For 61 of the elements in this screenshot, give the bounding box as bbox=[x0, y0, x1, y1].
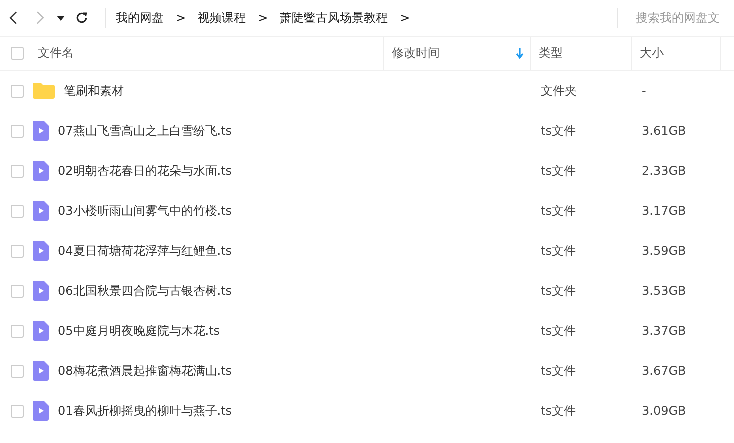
type-cell: ts文件 bbox=[541, 244, 576, 258]
file-name[interactable]: 04夏日荷塘荷花浮萍与红鲤鱼.ts bbox=[58, 242, 232, 260]
video-file-icon bbox=[33, 281, 49, 301]
size-cell: 3.37GB bbox=[642, 324, 686, 338]
size-cell: - bbox=[642, 84, 646, 98]
video-file-icon bbox=[33, 241, 49, 261]
size-cell: 3.61GB bbox=[642, 124, 686, 138]
row-checkbox[interactable] bbox=[10, 284, 24, 298]
back-icon[interactable] bbox=[9, 11, 19, 25]
file-name[interactable]: 03小楼听雨山间雾气中的竹楼.ts bbox=[58, 202, 232, 220]
video-file-icon bbox=[33, 121, 49, 141]
type-cell: ts文件 bbox=[541, 124, 576, 138]
row-checkbox[interactable] bbox=[10, 204, 24, 218]
size-cell: 3.67GB bbox=[642, 364, 686, 378]
select-all-checkbox[interactable] bbox=[10, 47, 24, 60]
breadcrumb-separator: > bbox=[258, 11, 268, 25]
file-name[interactable]: 07燕山飞雪高山之上白雪纷飞.ts bbox=[58, 122, 232, 140]
dropdown-icon[interactable] bbox=[57, 16, 65, 20]
breadcrumb-link[interactable]: 萧陡鳖古风场景教程 bbox=[280, 10, 388, 26]
type-cell: ts文件 bbox=[541, 364, 576, 378]
video-file-icon bbox=[33, 361, 49, 381]
size-cell: 3.59GB bbox=[642, 244, 686, 258]
file-name[interactable]: 02明朝杏花春日的花朵与水面.ts bbox=[58, 162, 232, 180]
row-checkbox[interactable] bbox=[10, 244, 24, 258]
type-cell: 文件夹 bbox=[541, 84, 577, 98]
row-checkbox[interactable] bbox=[10, 404, 24, 418]
video-file-icon bbox=[33, 321, 49, 341]
size-cell: 3.53GB bbox=[642, 284, 686, 298]
video-file-icon bbox=[33, 201, 49, 221]
breadcrumb-separator: > bbox=[400, 11, 410, 25]
file-name[interactable]: 06北国秋景四合院与古银杏树.ts bbox=[58, 282, 232, 300]
file-name[interactable]: 05中庭月明夜晚庭院与木花.ts bbox=[58, 322, 220, 340]
breadcrumb-link[interactable]: 我的网盘 bbox=[116, 10, 164, 26]
row-checkbox[interactable] bbox=[10, 164, 24, 178]
sort-arrow-icon[interactable] bbox=[516, 48, 524, 59]
file-name[interactable]: 笔刷和素材 bbox=[64, 82, 124, 100]
type-cell: ts文件 bbox=[541, 324, 576, 338]
type-cell: ts文件 bbox=[541, 404, 576, 418]
row-checkbox[interactable] bbox=[10, 324, 24, 338]
refresh-icon[interactable] bbox=[75, 11, 89, 25]
folder-icon bbox=[33, 83, 55, 99]
forward-icon[interactable] bbox=[35, 11, 45, 25]
size-cell: 3.09GB bbox=[642, 404, 686, 418]
row-checkbox[interactable] bbox=[10, 84, 24, 98]
type-cell: ts文件 bbox=[541, 284, 576, 298]
size-cell: 3.17GB bbox=[642, 204, 686, 218]
size-cell: 2.33GB bbox=[642, 164, 686, 178]
column-header[interactable]: 修改时间 bbox=[392, 45, 440, 62]
video-file-icon bbox=[33, 401, 49, 421]
column-header[interactable]: 文件名 bbox=[38, 45, 74, 62]
row-checkbox[interactable] bbox=[10, 124, 24, 138]
type-cell: ts文件 bbox=[541, 204, 576, 218]
file-name[interactable]: 01春风折柳摇曳的柳叶与燕子.ts bbox=[58, 402, 232, 420]
file-name[interactable]: 08梅花煮酒晨起推窗梅花满山.ts bbox=[58, 362, 232, 380]
column-header[interactable]: 类型 bbox=[539, 45, 563, 62]
breadcrumb-separator: > bbox=[176, 11, 186, 25]
column-header[interactable]: 大小 bbox=[640, 45, 664, 62]
breadcrumb-link[interactable]: 视频课程 bbox=[198, 10, 246, 26]
video-file-icon bbox=[33, 161, 49, 181]
row-checkbox[interactable] bbox=[10, 364, 24, 378]
type-cell: ts文件 bbox=[541, 164, 576, 178]
